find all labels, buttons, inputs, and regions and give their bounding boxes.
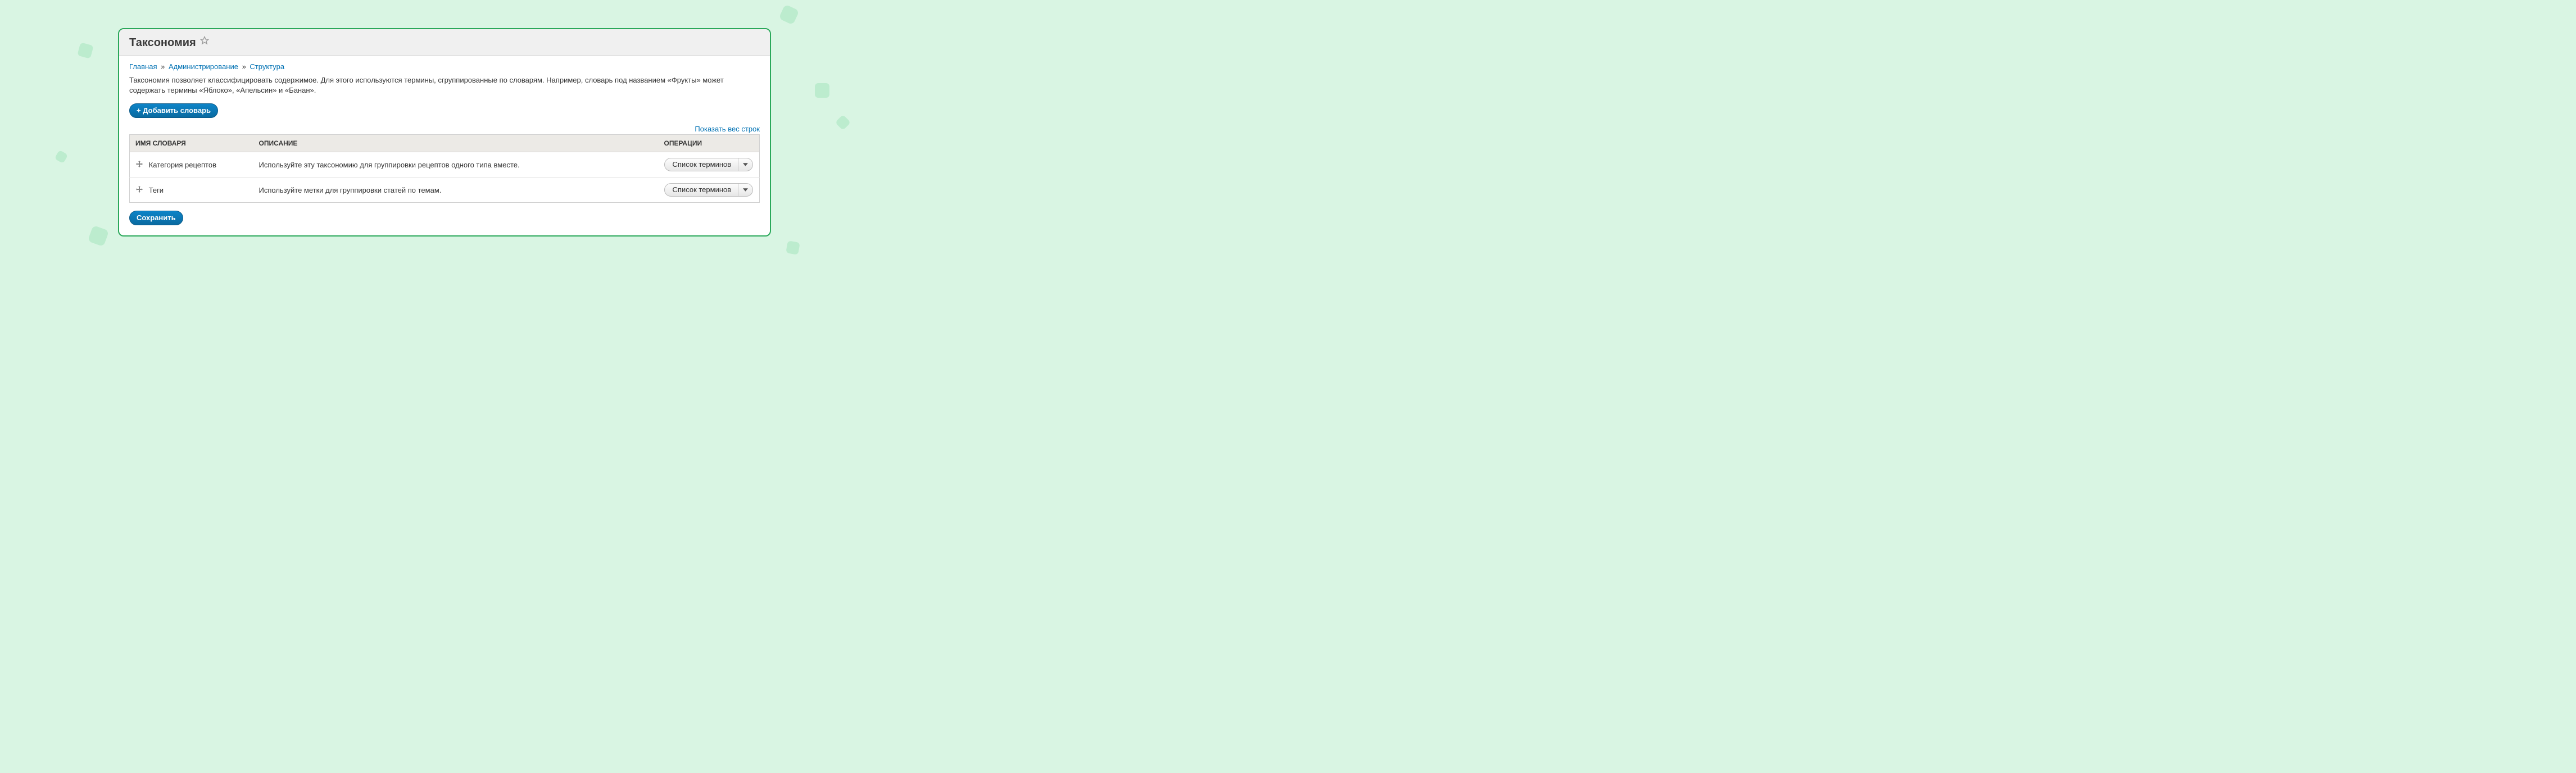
vocabulary-name: Теги: [149, 186, 164, 194]
vocabularies-table: ИМЯ СЛОВАРЯ ОПИСАНИЕ ОПЕРАЦИИ Категория …: [129, 134, 760, 203]
bg-decor: [77, 42, 93, 58]
column-header-description: ОПИСАНИЕ: [253, 135, 659, 152]
table-row: Категория рецептов Используйте эту таксо…: [130, 152, 760, 178]
drag-handle-icon[interactable]: [135, 186, 143, 194]
page-title: Таксономия: [129, 37, 196, 49]
intro-text: Таксономия позволяет классифицировать со…: [129, 75, 760, 96]
column-header-operations: ОПЕРАЦИИ: [659, 135, 760, 152]
vocabulary-description: Используйте эту таксономию для группиров…: [253, 152, 659, 178]
table-row: Теги Используйте метки для группировки с…: [130, 178, 760, 203]
save-button[interactable]: Сохранить: [129, 211, 183, 225]
vocabulary-name: Категория рецептов: [149, 161, 216, 169]
bg-decor: [815, 83, 829, 98]
show-row-weights-link[interactable]: Показать вес строк: [695, 125, 760, 133]
drag-handle-icon[interactable]: [135, 161, 143, 169]
dropbutton-toggle[interactable]: [738, 184, 752, 196]
panel-header: Таксономия: [119, 29, 770, 56]
column-header-name: ИМЯ СЛОВАРЯ: [130, 135, 253, 152]
bg-decor: [835, 115, 851, 130]
list-terms-button[interactable]: Список терминов: [665, 184, 739, 196]
breadcrumb-separator: »: [242, 62, 246, 71]
breadcrumb: Главная » Администрирование » Структура: [129, 62, 760, 71]
dropbutton-toggle[interactable]: [738, 158, 752, 171]
breadcrumb-link-structure[interactable]: Структура: [250, 62, 284, 71]
bg-decor: [88, 225, 109, 247]
breadcrumb-link-home[interactable]: Главная: [129, 62, 157, 71]
favorite-star-icon[interactable]: [200, 36, 209, 47]
breadcrumb-separator: »: [161, 62, 165, 71]
operations-dropbutton: Список терминов: [664, 183, 754, 197]
operations-dropbutton: Список терминов: [664, 158, 754, 171]
bg-decor: [778, 4, 799, 25]
panel-body: Главная » Администрирование » Структура …: [119, 56, 770, 235]
breadcrumb-link-admin[interactable]: Администрирование: [169, 62, 238, 71]
list-terms-button[interactable]: Список терминов: [665, 158, 739, 171]
add-vocabulary-button[interactable]: + Добавить словарь: [129, 103, 218, 118]
vocabulary-description: Используйте метки для группировки статей…: [253, 178, 659, 203]
admin-panel: Таксономия Главная » Администрирование »…: [118, 28, 771, 237]
bg-decor: [55, 150, 69, 164]
bg-decor: [786, 240, 800, 254]
